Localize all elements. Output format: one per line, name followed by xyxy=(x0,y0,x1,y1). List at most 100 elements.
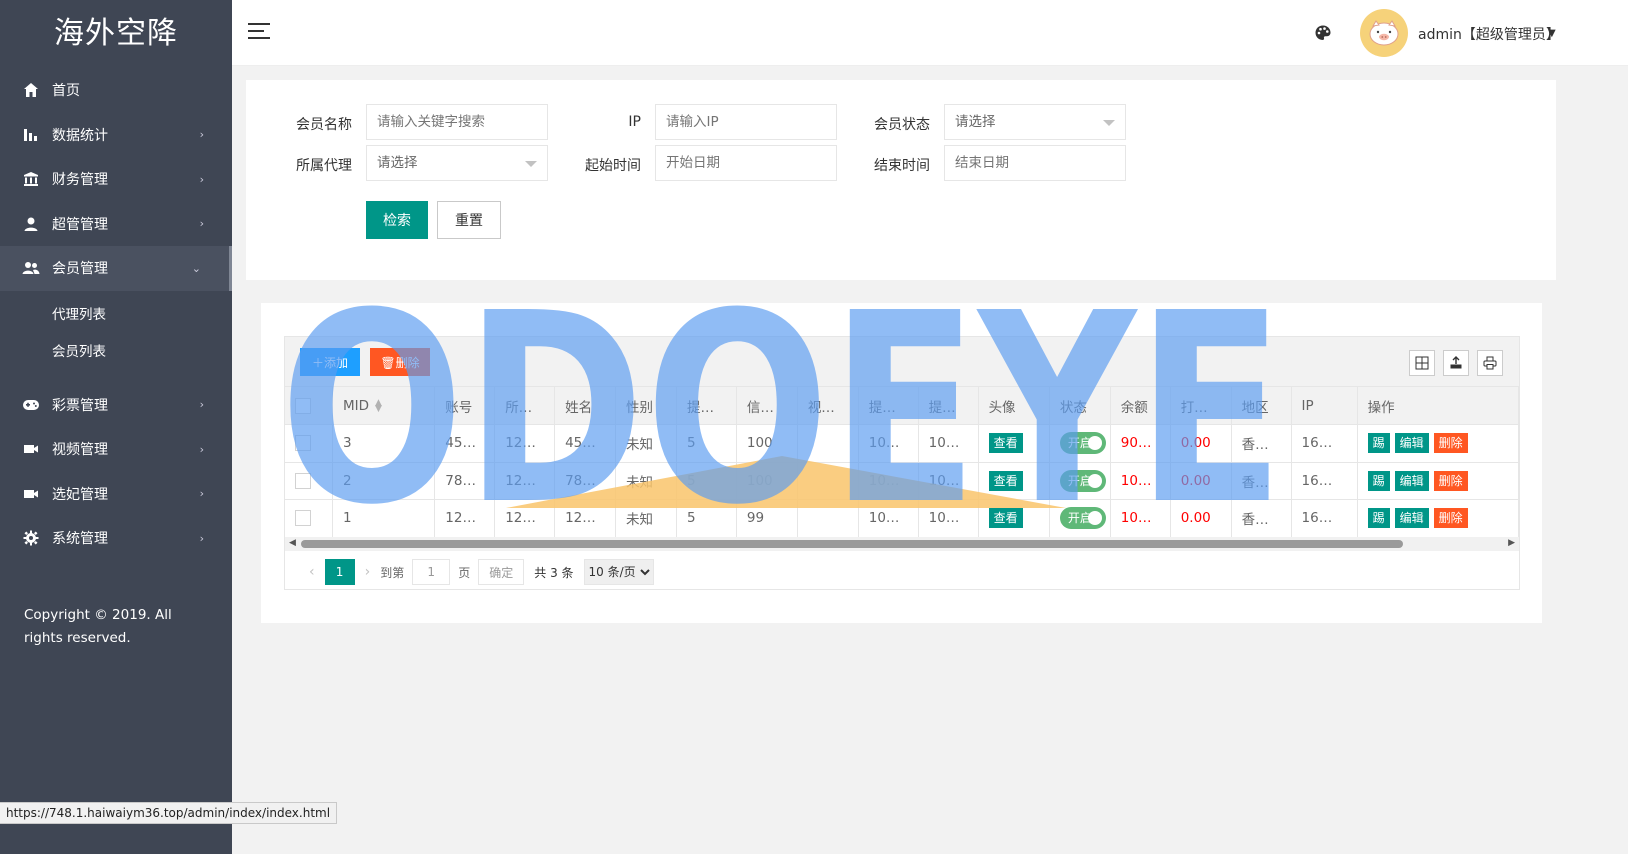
cell-region: 香… xyxy=(1231,424,1292,463)
edit-button[interactable]: 编辑 xyxy=(1394,508,1429,529)
sidebar-item-admins[interactable]: 超管管理 › xyxy=(0,202,232,247)
cell-actions: 踢编辑 删除 xyxy=(1357,424,1520,463)
column-header: 余额 xyxy=(1110,387,1171,425)
search-button[interactable]: 检索 xyxy=(366,201,428,239)
sidebar-item-members[interactable]: 会员管理 ⌄ xyxy=(0,246,232,291)
bar-chart-icon xyxy=(22,126,40,144)
row-checkbox-cell[interactable] xyxy=(285,424,334,463)
column-header: IP xyxy=(1291,387,1358,425)
cell-balance: 10… xyxy=(1110,499,1171,538)
kick-button[interactable]: 踢 xyxy=(1367,433,1390,454)
cell-actions: 踢编辑 删除 xyxy=(1357,499,1520,538)
row-checkbox-cell[interactable] xyxy=(285,499,334,538)
column-header: 信… xyxy=(736,387,798,425)
scrollbar-thumb[interactable] xyxy=(301,540,1403,548)
column-header: 头像 xyxy=(978,387,1050,425)
kick-button[interactable]: 踢 xyxy=(1367,508,1390,529)
start-time-label: 起始时间 xyxy=(585,158,641,174)
sidebar-item-home[interactable]: 首页 xyxy=(0,68,232,113)
cell-col6: 5 xyxy=(676,499,737,538)
delete-button[interactable]: 删除 xyxy=(1433,470,1468,491)
edit-button[interactable]: 编辑 xyxy=(1394,470,1429,491)
sidebar-item-selection[interactable]: 选妃管理 › xyxy=(0,472,232,517)
columns-icon[interactable] xyxy=(1409,350,1435,376)
select-all-checkbox[interactable] xyxy=(295,397,311,414)
page-size-select[interactable]: 10 条/页 xyxy=(583,559,654,585)
start-date-input[interactable] xyxy=(655,145,837,181)
status-toggle[interactable]: 开启 xyxy=(1059,507,1106,530)
top-header: admin【超级管理员】 ▼ xyxy=(232,0,1628,66)
next-page-icon[interactable]: › xyxy=(365,564,371,580)
column-header: 打… xyxy=(1170,387,1232,425)
column-header-mid[interactable]: MID ▲ ▼ xyxy=(332,387,436,425)
home-icon xyxy=(22,81,40,99)
header-checkbox-cell[interactable] xyxy=(285,387,334,425)
delete-button[interactable]: 删除 xyxy=(1433,433,1468,454)
caret-down-icon[interactable]: ▼ xyxy=(1548,28,1556,39)
sidebar-item-videos[interactable]: 视频管理 › xyxy=(0,427,232,472)
status-toggle[interactable]: 开启 xyxy=(1059,469,1106,492)
horizontal-scrollbar[interactable]: ◀ ▶ xyxy=(285,537,1519,551)
sidebar-item-statistics[interactable]: 数据统计 › xyxy=(0,113,232,158)
row-checkbox[interactable] xyxy=(295,510,311,527)
goto-page-input[interactable] xyxy=(412,559,451,585)
reset-button[interactable]: 重置 xyxy=(437,201,501,239)
kick-button[interactable]: 踢 xyxy=(1367,470,1390,491)
cell-ip: 16… xyxy=(1291,424,1358,463)
palette-icon[interactable] xyxy=(1314,24,1332,46)
column-header: 所… xyxy=(494,387,556,425)
prev-page-icon[interactable]: ‹ xyxy=(309,564,315,580)
row-checkbox-cell[interactable] xyxy=(285,462,334,500)
sidebar-item-lottery[interactable]: 彩票管理 › xyxy=(0,383,232,428)
column-header: 地区 xyxy=(1231,387,1292,425)
user-name[interactable]: admin【超级管理员】 xyxy=(1418,24,1560,44)
sidebar-item-label: 超管管理 xyxy=(52,216,108,233)
menu-toggle-icon[interactable] xyxy=(248,23,270,41)
sidebar-item-label: 视频管理 xyxy=(52,442,108,459)
status-toggle[interactable]: 开启 xyxy=(1059,432,1106,455)
sidebar-subnav: 代理列表 会员列表 xyxy=(0,290,232,377)
cell-region: 香… xyxy=(1231,499,1292,538)
export-icon[interactable] xyxy=(1443,350,1469,376)
edit-button[interactable]: 编辑 xyxy=(1394,433,1429,454)
scroll-left-icon[interactable]: ◀ xyxy=(289,538,296,548)
chevron-right-icon: › xyxy=(199,128,204,142)
scroll-right-icon[interactable]: ▶ xyxy=(1508,538,1515,548)
sidebar-item-label: 首页 xyxy=(52,83,80,100)
cell-account: 45… xyxy=(434,424,496,463)
chevron-right-icon: › xyxy=(199,172,204,186)
sidebar-item-system[interactable]: 系统管理 › xyxy=(0,516,232,561)
delete-button[interactable]: 删除 xyxy=(1433,508,1468,529)
chevron-right-icon: › xyxy=(199,531,204,545)
cell-credit: 99 xyxy=(736,499,798,538)
table-row: 3 45… 12… 45… 未知 5 100 10… 10… 查看 开启 90…… xyxy=(285,424,1520,463)
video-icon xyxy=(22,440,40,458)
member-name-input[interactable] xyxy=(366,104,548,140)
sort-icon[interactable]: ▲ ▼ xyxy=(375,398,382,413)
view-avatar-button[interactable]: 查看 xyxy=(988,508,1023,529)
sidebar-subitem-agents[interactable]: 代理列表 xyxy=(0,297,232,334)
user-icon xyxy=(22,215,40,233)
agent-select[interactable]: 请选择 xyxy=(366,145,548,181)
view-avatar-button[interactable]: 查看 xyxy=(988,470,1023,491)
view-avatar-button[interactable]: 查看 xyxy=(988,433,1023,454)
cell-actions: 踢编辑 删除 xyxy=(1357,462,1520,500)
ip-input[interactable] xyxy=(655,104,837,140)
sidebar-item-finance[interactable]: 财务管理 › xyxy=(0,157,232,202)
print-icon[interactable] xyxy=(1477,350,1503,376)
row-checkbox[interactable] xyxy=(295,435,311,452)
cell-col9: 10… xyxy=(858,424,919,463)
chevron-right-icon: › xyxy=(199,442,204,456)
end-date-input[interactable] xyxy=(944,145,1126,181)
batch-delete-button[interactable]: 🗑删除 xyxy=(370,348,430,376)
sidebar-nav: 首页 数据统计 › 财务管理 › 超管管理 › 会员管理 ⌄ xyxy=(0,68,232,291)
avatar[interactable] xyxy=(1360,9,1408,57)
member-name-label: 会员名称 xyxy=(296,117,352,133)
add-button[interactable]: ＋添加 xyxy=(300,348,360,376)
sidebar-subitem-members[interactable]: 会员列表 xyxy=(0,334,232,371)
member-status-select[interactable]: 请选择 xyxy=(944,104,1126,140)
row-checkbox[interactable] xyxy=(295,472,311,489)
current-page[interactable]: 1 xyxy=(324,559,355,585)
goto-confirm-button[interactable]: 确定 xyxy=(478,559,525,585)
video-icon xyxy=(22,485,40,503)
